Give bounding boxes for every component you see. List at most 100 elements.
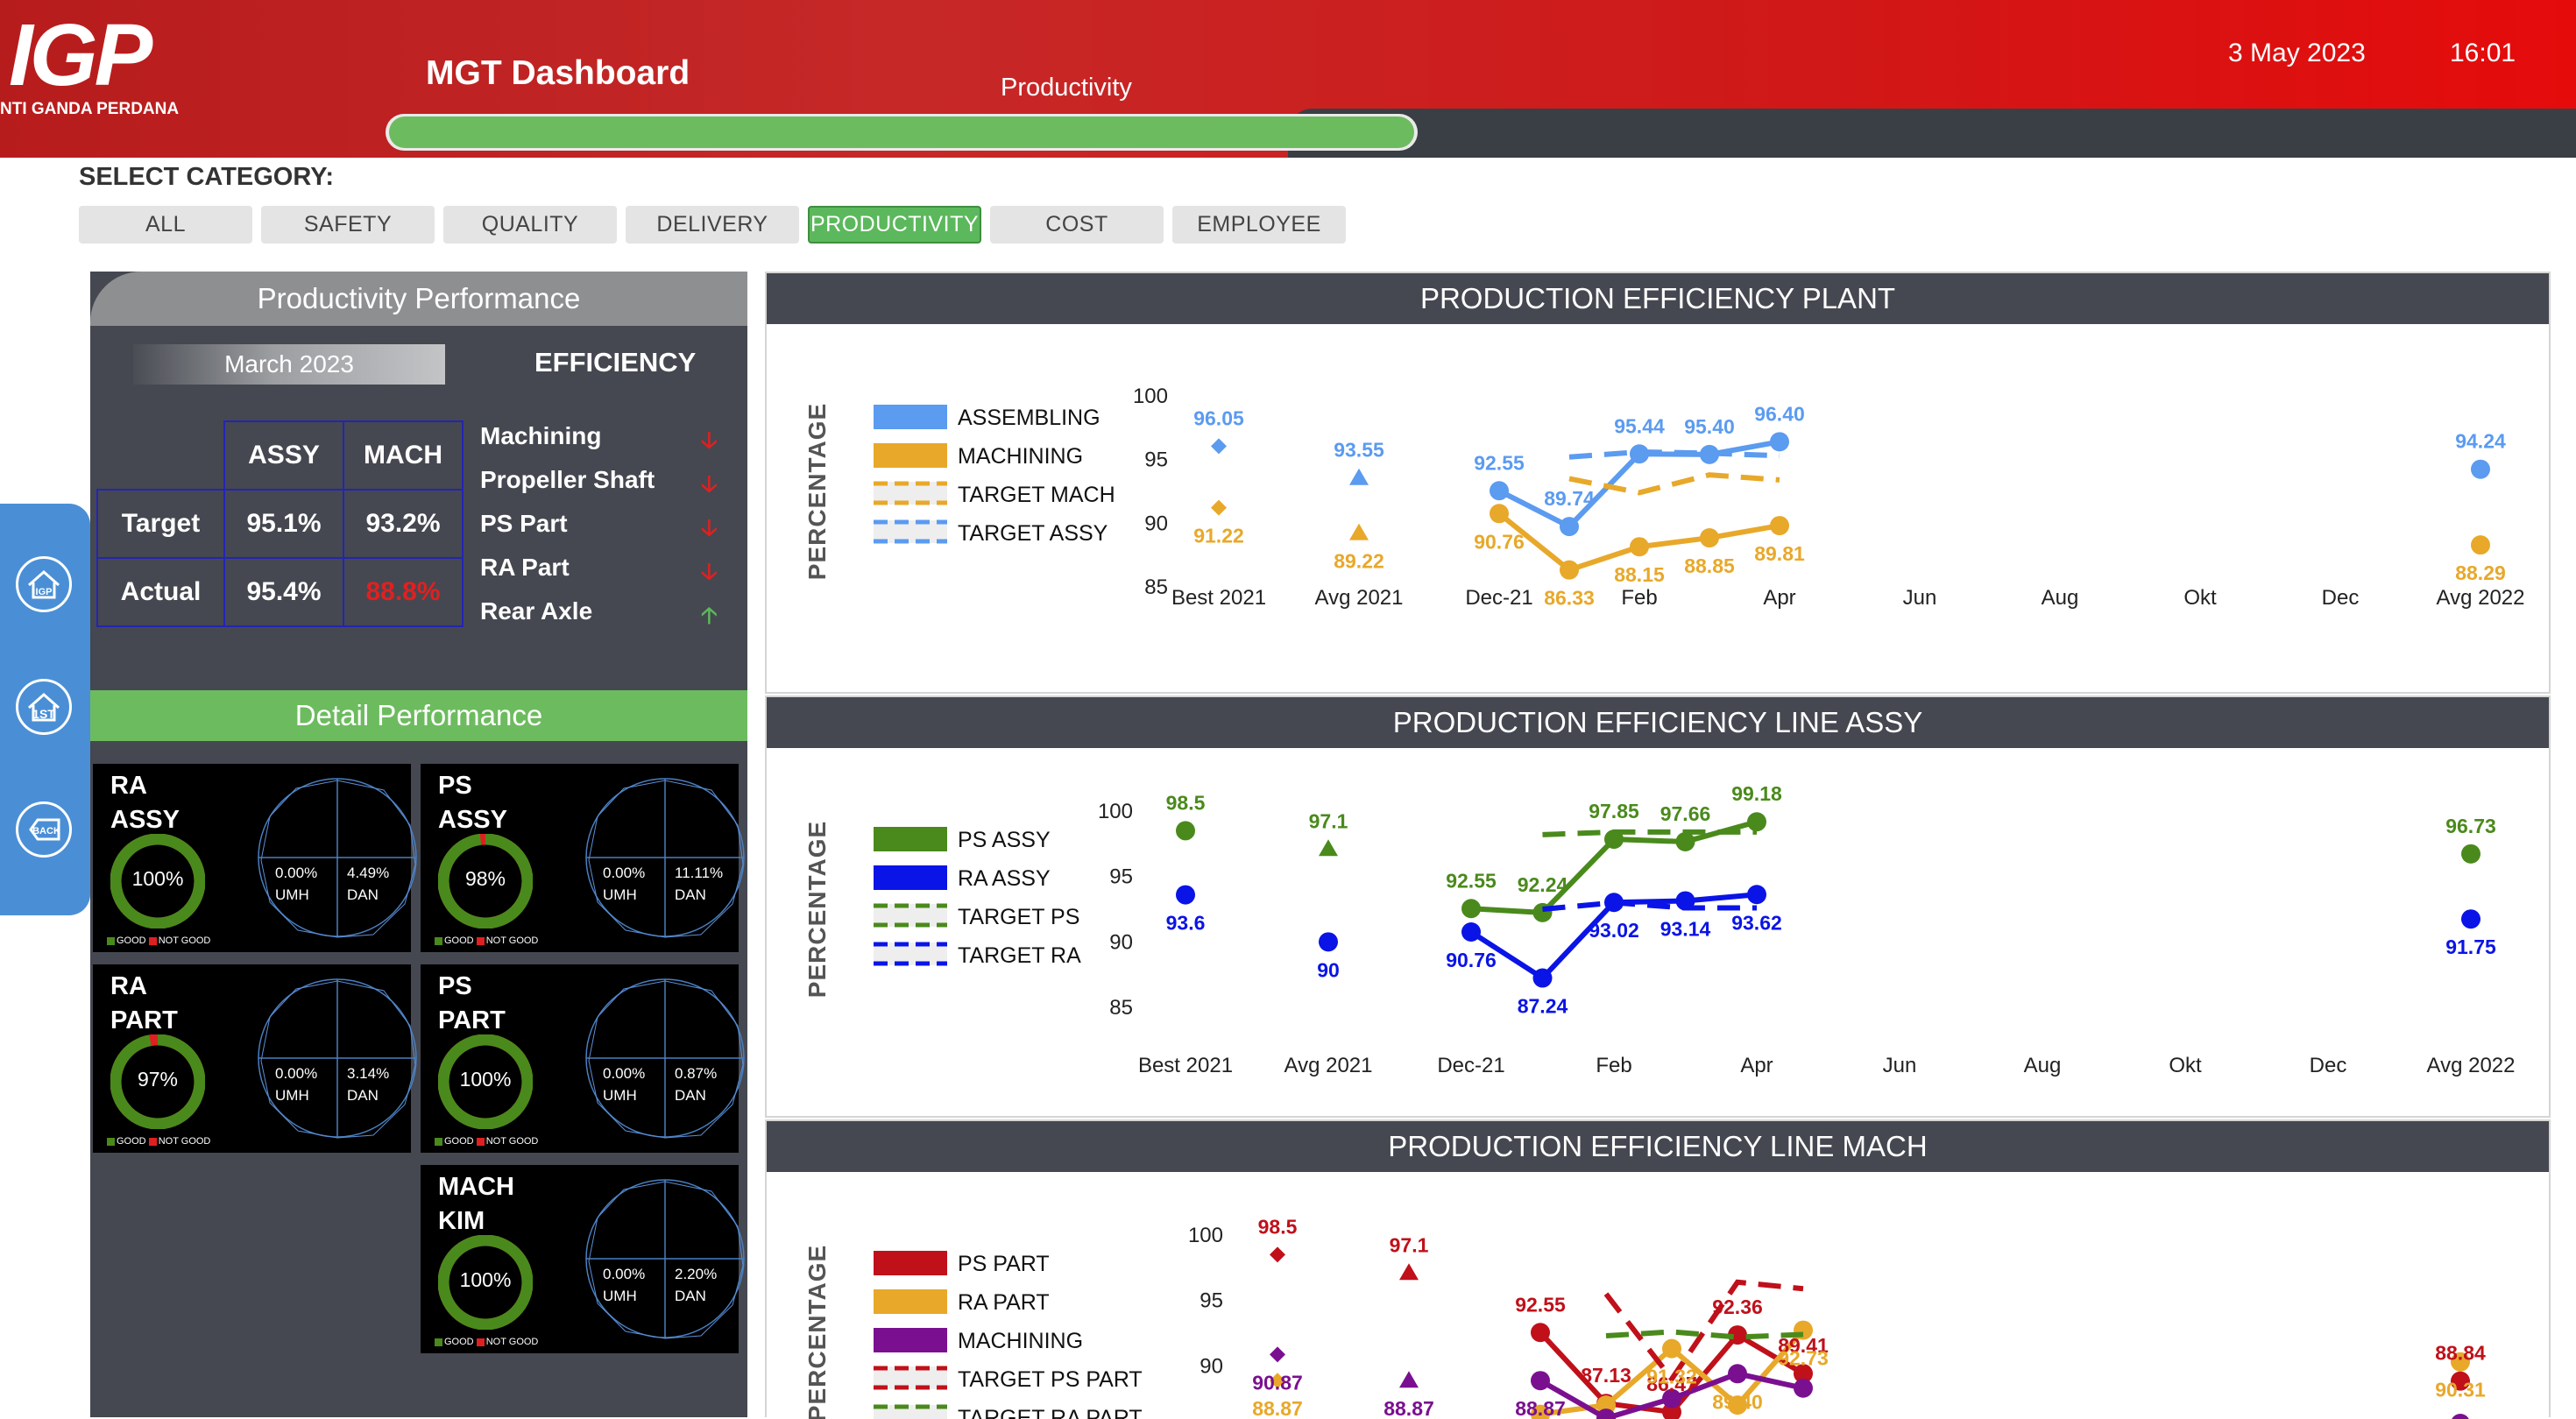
line-ps-part: PS Part — [480, 510, 568, 537]
diamond-marker — [1211, 499, 1227, 516]
data-label: 87.24 — [1518, 995, 1568, 1018]
chart-title: PRODUCTION EFFICIENCY PLANT — [767, 273, 2549, 324]
x-tick-label: Apr — [1740, 1054, 1773, 1077]
data-label: 88.87 — [1384, 1397, 1434, 1419]
legend-swatch — [874, 827, 947, 851]
category-employee-button[interactable]: EMPLOYEE — [1172, 206, 1346, 244]
radar-chart — [258, 778, 417, 938]
efficiency-table: ASSY MACH Target 95.1% 93.2% Actual 95.4… — [96, 420, 464, 627]
x-tick-label: Okt — [2169, 1054, 2202, 1077]
detail-card[interactable]: RA PART 97% GOOD NOT GOOD 0.00% UMH 3.14% DAN — [93, 964, 417, 1153]
home-igp-icon[interactable]: IGP — [16, 556, 72, 612]
month-selector[interactable]: March 2023 — [133, 344, 445, 385]
chart-panel-line-mach: PRODUCTION EFFICIENCY LINE MACH PERCENTA… — [765, 1119, 2551, 1419]
chart-plant: PERCENTAGE 85 90 95 100 Best 2021 Avg 2021 Dec-… — [803, 385, 2524, 610]
category-delivery-button[interactable]: DELIVERY — [626, 206, 799, 244]
current-date: 3 May 2023 — [2228, 39, 2366, 67]
side-nav: IGP 1ST BACK — [0, 504, 90, 915]
donut-legend: GOOD NOT GOOD — [435, 935, 538, 946]
y-tick-label: 100 — [1098, 800, 1133, 823]
data-label: 92.55 — [1474, 451, 1525, 474]
x-tick-label: Aug — [2024, 1054, 2062, 1077]
actual-mach-value: 88.8% — [343, 557, 464, 627]
back-icon[interactable]: BACK — [16, 801, 72, 858]
triangle-marker — [1349, 468, 1369, 485]
data-point — [1461, 899, 1481, 919]
data-point — [1531, 1371, 1550, 1391]
detail-card[interactable]: PS ASSY 98% GOOD NOT GOOD 0.00% UMH 11.11% DAN — [421, 764, 745, 952]
radar-chart — [585, 778, 745, 938]
umh-metric: 0.00% UMH — [275, 1065, 318, 1104]
umh-metric: 0.00% UMH — [603, 1065, 646, 1104]
line-machining: Machining — [480, 422, 602, 449]
line-rear-axle: Rear Axle — [480, 597, 593, 625]
series-line — [1568, 472, 1780, 496]
data-label: 88.87 — [1515, 1397, 1566, 1419]
triangle-marker — [1319, 839, 1338, 857]
row-label-target: Target — [96, 489, 225, 559]
category-all-button[interactable]: ALL — [79, 206, 252, 244]
donut-legend: GOOD NOT GOOD — [435, 1136, 538, 1147]
y-axis-title: PERCENTAGE — [803, 1245, 831, 1419]
arrow-down-icon: 🡣 — [701, 558, 718, 584]
select-category-label: SELECT CATEGORY: — [79, 163, 335, 191]
y-axis-title: PERCENTAGE — [803, 403, 831, 580]
category-safety-button[interactable]: SAFETY — [261, 206, 435, 244]
legend-label: MACHINING — [958, 1329, 1083, 1353]
data-point — [1490, 504, 1509, 524]
first-icon[interactable]: 1ST — [16, 679, 72, 735]
data-label: 89.81 — [1754, 542, 1805, 565]
umh-metric: 0.00% UMH — [603, 865, 646, 903]
data-label: 99.18 — [1731, 782, 1782, 805]
productivity-performance-header: Productivity Performance — [90, 272, 747, 326]
data-label: 95.40 — [1684, 415, 1735, 438]
y-tick-label: 100 — [1188, 1224, 1223, 1247]
diamond-marker — [1270, 1246, 1285, 1263]
data-point — [1700, 528, 1719, 548]
chart-title: PRODUCTION EFFICIENCY LINE MACH — [767, 1121, 2549, 1172]
data-label: 97.66 — [1660, 802, 1711, 825]
legend-label: TARGET PS — [958, 905, 1079, 929]
detail-card[interactable]: MACH KIM 100% GOOD NOT GOOD 0.00% UMH 2.20% DA… — [421, 1165, 745, 1353]
category-productivity-button[interactable]: PRODUCTIVITY — [808, 206, 981, 244]
card-title: PS ASSY — [438, 772, 507, 834]
data-label: 91.22 — [1193, 525, 1244, 547]
target-mach-value: 93.2% — [343, 489, 464, 559]
data-point — [2452, 1414, 2469, 1419]
arrow-down-icon: 🡣 — [701, 427, 718, 453]
dan-metric: 0.87% DAN — [675, 1065, 718, 1104]
triangle-marker — [1349, 523, 1369, 540]
y-tick-label: 90 — [1144, 512, 1168, 535]
detail-card[interactable]: RA ASSY 100% GOOD NOT GOOD 0.00% UMH 4.49% DAN — [93, 764, 417, 952]
legend-swatch — [874, 1328, 947, 1352]
data-point — [2461, 844, 2480, 864]
legend-label: TARGET PS PART — [958, 1367, 1143, 1392]
good-percentage: 100% — [459, 1268, 512, 1291]
card-title: PS PART — [438, 972, 506, 1034]
data-label: 90 — [1317, 958, 1340, 981]
y-tick-label: 85 — [1109, 996, 1133, 1020]
data-label: 98.5 — [1258, 1215, 1298, 1238]
legend-swatch — [874, 1289, 947, 1314]
data-label: 93.6 — [1166, 912, 1206, 935]
company-name: NTI GANDA PERDANA — [0, 100, 180, 118]
data-label: 89.40 — [1712, 1390, 1763, 1413]
data-label: 91.32 — [1646, 1366, 1697, 1388]
category-progress-fill — [389, 116, 1414, 148]
category-cost-button[interactable]: COST — [990, 206, 1164, 244]
line-ra-part: RA Part — [480, 554, 570, 581]
svg-text:BACK: BACK — [32, 826, 60, 837]
legend-label: PS PART — [958, 1252, 1050, 1276]
data-point — [2471, 459, 2490, 479]
igp-logo: IGP — [9, 6, 152, 104]
col-mach: MACH — [343, 420, 464, 491]
dan-metric: 11.11% DAN — [675, 865, 724, 903]
data-point — [1176, 821, 1195, 841]
diamond-marker — [1211, 438, 1227, 455]
detail-card[interactable]: PS PART 100% GOOD NOT GOOD 0.00% UMH 0.87% DAN — [421, 964, 745, 1153]
category-quality-button[interactable]: QUALITY — [443, 206, 617, 244]
data-label: 88.15 — [1614, 563, 1665, 586]
col-assy: ASSY — [223, 420, 344, 491]
detail-performance-header: Detail Performance — [90, 690, 747, 741]
umh-metric: 0.00% UMH — [275, 865, 318, 903]
